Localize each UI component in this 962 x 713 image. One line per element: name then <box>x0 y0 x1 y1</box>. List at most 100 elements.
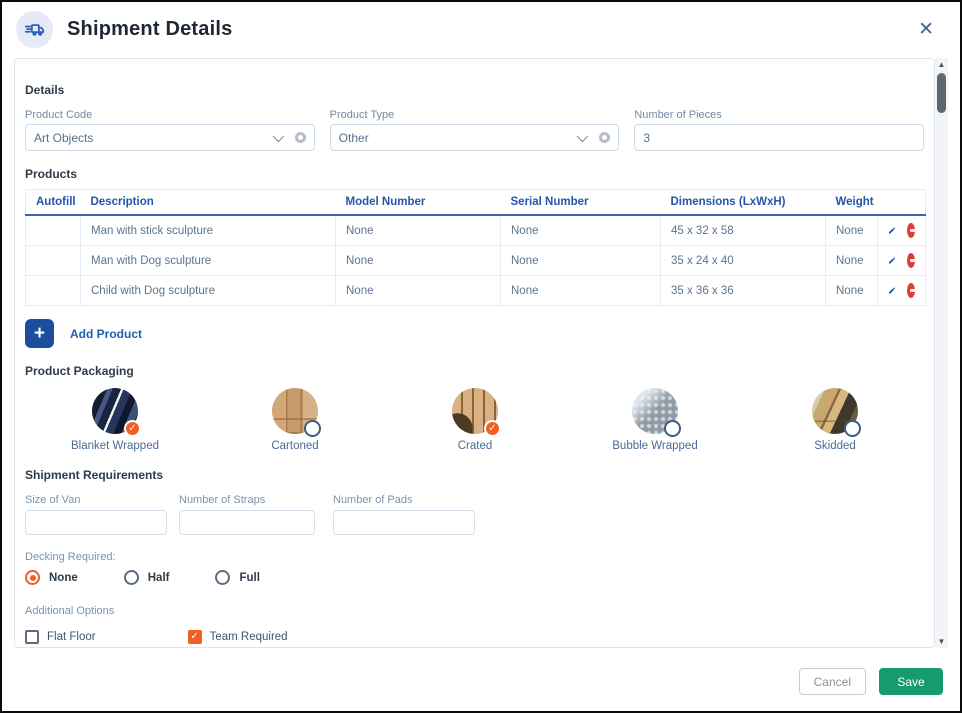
packaging-option-crated[interactable]: Crated <box>385 388 565 452</box>
additional-options-group: Flat Floor Team Required <box>25 630 924 644</box>
autofill-cell <box>26 215 81 246</box>
number-of-pads-input[interactable] <box>333 510 475 535</box>
description-cell: Man with stick sculpture <box>81 215 336 246</box>
size-of-van-field: Size of Van <box>25 494 167 535</box>
packaging-heading: Product Packaging <box>25 364 924 378</box>
edit-icon[interactable] <box>888 223 896 238</box>
decking-option-half[interactable]: Half <box>124 570 170 585</box>
product-code-select[interactable]: Art Objects <box>25 124 315 151</box>
size-of-van-input[interactable] <box>25 510 167 535</box>
packaging-label: Cartoned <box>271 440 318 452</box>
add-product-button[interactable]: + Add Product <box>25 319 924 348</box>
col-autofill: Autofill <box>26 190 81 216</box>
products-table: Autofill Description Model Number Serial… <box>25 189 926 306</box>
packaging-check-badge[interactable] <box>484 420 501 437</box>
table-row: Man with Dog sculpture None None 35 x 24… <box>26 246 926 276</box>
packaging-option-skidded[interactable]: Skidded <box>745 388 925 452</box>
size-of-van-label: Size of Van <box>25 494 167 506</box>
truck-icon <box>24 19 45 40</box>
checkbox-icon[interactable] <box>188 630 202 644</box>
product-code-label: Product Code <box>25 109 315 121</box>
number-of-straps-input[interactable] <box>179 510 315 535</box>
packaging-check-badge[interactable] <box>844 420 861 437</box>
number-of-straps-label: Number of Straps <box>179 494 315 506</box>
plus-icon: + <box>25 319 54 348</box>
col-weight: Weight <box>826 190 878 216</box>
flat-floor-label: Flat Floor <box>47 631 96 643</box>
remove-icon[interactable] <box>907 283 915 298</box>
radio-icon[interactable] <box>124 570 139 585</box>
number-of-pads-label: Number of Pads <box>333 494 475 506</box>
remove-icon[interactable] <box>907 223 915 238</box>
modal-footer: Cancel Save <box>2 668 960 695</box>
scroll-down-icon[interactable]: ▼ <box>935 635 948 648</box>
dimensions-cell: 45 x 32 x 58 <box>661 215 826 246</box>
cartoned-image <box>272 388 318 434</box>
decking-option-full[interactable]: Full <box>215 570 259 585</box>
col-serial-number: Serial Number <box>501 190 661 216</box>
cancel-button[interactable]: Cancel <box>799 668 866 695</box>
packaging-check-badge[interactable] <box>124 420 141 437</box>
product-type-label: Product Type <box>330 109 620 121</box>
model-cell: None <box>336 246 501 276</box>
packaging-option-cartoned[interactable]: Cartoned <box>205 388 385 452</box>
serial-cell: None <box>501 276 661 306</box>
vertical-scrollbar[interactable]: ▲ ▼ <box>935 58 948 648</box>
table-row: Man with stick sculpture None None 45 x … <box>26 215 926 246</box>
product-type-field: Product Type Other <box>330 109 620 151</box>
team-required-label: Team Required <box>210 631 288 643</box>
number-of-pieces-field: Number of Pieces <box>634 109 924 151</box>
table-header-row: Autofill Description Model Number Serial… <box>26 190 926 216</box>
radio-icon[interactable] <box>25 570 40 585</box>
number-of-pieces-input[interactable] <box>643 131 915 145</box>
team-required-checkbox[interactable]: Team Required <box>188 630 288 644</box>
crated-image <box>452 388 498 434</box>
weight-cell: None <box>826 246 878 276</box>
packaging-label: Blanket Wrapped <box>71 440 159 452</box>
clear-icon <box>599 132 610 143</box>
radio-icon[interactable] <box>215 570 230 585</box>
col-dimensions: Dimensions (LxWxH) <box>661 190 826 216</box>
add-product-label: Add Product <box>70 327 142 341</box>
serial-cell: None <box>501 246 661 276</box>
clear-icon <box>295 132 306 143</box>
details-fields: Product Code Art Objects Product Type Ot… <box>25 109 924 151</box>
dimensions-cell: 35 x 36 x 36 <box>661 276 826 306</box>
edit-icon[interactable] <box>888 253 896 268</box>
modal-header: Shipment Details ✕ <box>2 2 960 56</box>
shipment-details-modal: Shipment Details ✕ Details Product Code … <box>0 0 962 713</box>
bubble-wrapped-image <box>632 388 678 434</box>
decking-radio-group: None Half Full <box>25 570 924 585</box>
scroll-up-icon[interactable]: ▲ <box>935 58 948 71</box>
number-of-straps-field: Number of Straps <box>179 494 315 535</box>
actions-cell <box>878 215 926 246</box>
close-icon[interactable]: ✕ <box>918 20 934 39</box>
save-button[interactable]: Save <box>879 668 943 695</box>
packaging-option-bubble-wrapped[interactable]: Bubble Wrapped <box>565 388 745 452</box>
autofill-cell <box>26 276 81 306</box>
packaging-label: Bubble Wrapped <box>612 440 697 452</box>
col-description: Description <box>81 190 336 216</box>
decking-option-none[interactable]: None <box>25 570 78 585</box>
actions-cell <box>878 276 926 306</box>
details-heading: Details <box>25 83 924 97</box>
product-type-select[interactable]: Other <box>330 124 620 151</box>
packaging-check-badge[interactable] <box>664 420 681 437</box>
scrollbar-thumb[interactable] <box>937 73 946 113</box>
weight-cell: None <box>826 276 878 306</box>
dimensions-cell: 35 x 24 x 40 <box>661 246 826 276</box>
decking-required-label: Decking Required: <box>25 551 924 563</box>
chevron-down-icon <box>577 130 588 141</box>
remove-icon[interactable] <box>907 253 915 268</box>
number-of-pads-field: Number of Pads <box>333 494 475 535</box>
edit-icon[interactable] <box>888 283 896 298</box>
packaging-label: Crated <box>458 440 493 452</box>
packaging-option-blanket-wrapped[interactable]: Blanket Wrapped <box>25 388 205 452</box>
product-code-value: Art Objects <box>34 131 93 145</box>
shipment-avatar <box>16 11 53 48</box>
checkbox-icon[interactable] <box>25 630 39 644</box>
flat-floor-checkbox[interactable]: Flat Floor <box>25 630 96 644</box>
packaging-check-badge[interactable] <box>304 420 321 437</box>
form-content: Details Product Code Art Objects Product… <box>14 58 935 648</box>
col-model-number: Model Number <box>336 190 501 216</box>
